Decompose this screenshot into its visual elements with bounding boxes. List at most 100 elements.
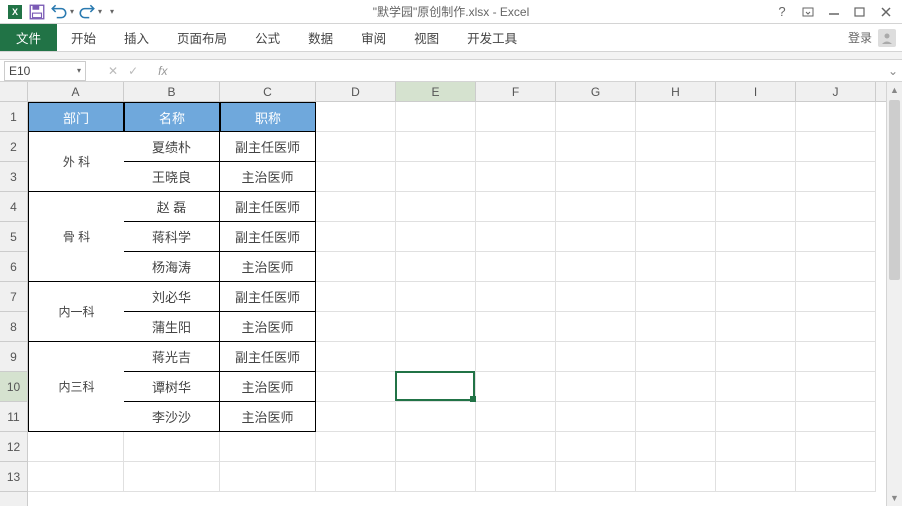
cell-I4[interactable]	[716, 192, 796, 222]
merged-cell-A4[interactable]: 骨 科	[28, 192, 124, 282]
minimize-button[interactable]	[822, 2, 846, 22]
col-header-C[interactable]: C	[220, 82, 316, 101]
cell-D3[interactable]	[316, 162, 396, 192]
cell-I9[interactable]	[716, 342, 796, 372]
fx-icon[interactable]: fx	[158, 64, 167, 78]
scroll-up-icon[interactable]: ▲	[887, 82, 902, 98]
cell-I10[interactable]	[716, 372, 796, 402]
merged-cell-A9[interactable]: 内三科	[28, 342, 124, 432]
help-button[interactable]: ?	[770, 2, 794, 22]
cell-I3[interactable]	[716, 162, 796, 192]
chevron-down-icon[interactable]: ▾	[77, 66, 81, 75]
cell-F10[interactable]	[476, 372, 556, 402]
cell-C6[interactable]: 主治医师	[220, 252, 316, 282]
cell-F4[interactable]	[476, 192, 556, 222]
cell-E4[interactable]	[396, 192, 476, 222]
cell-A13[interactable]	[28, 462, 124, 492]
cell-H9[interactable]	[636, 342, 716, 372]
undo-dropdown-icon[interactable]: ▾	[70, 7, 74, 16]
cell-I5[interactable]	[716, 222, 796, 252]
row-header-2[interactable]: 2	[0, 132, 27, 162]
cell-F11[interactable]	[476, 402, 556, 432]
cell-H5[interactable]	[636, 222, 716, 252]
cell-H1[interactable]	[636, 102, 716, 132]
cell-D11[interactable]	[316, 402, 396, 432]
cell-I12[interactable]	[716, 432, 796, 462]
cell-I1[interactable]	[716, 102, 796, 132]
scroll-down-icon[interactable]: ▼	[887, 490, 902, 506]
cell-E2[interactable]	[396, 132, 476, 162]
cell-D4[interactable]	[316, 192, 396, 222]
tab-formulas[interactable]: 公式	[241, 24, 294, 51]
cell-E10[interactable]	[396, 372, 476, 402]
grid[interactable]: ABCDEFGHIJ 部门名称职称夏绩朴副主任医师王晓良主治医师赵 磊副主任医师…	[28, 82, 886, 506]
cell-C7[interactable]: 副主任医师	[220, 282, 316, 312]
cell-C5[interactable]: 副主任医师	[220, 222, 316, 252]
cell-G5[interactable]	[556, 222, 636, 252]
cell-F8[interactable]	[476, 312, 556, 342]
name-box[interactable]: E10 ▾	[4, 61, 86, 81]
cell-G7[interactable]	[556, 282, 636, 312]
col-header-F[interactable]: F	[476, 82, 556, 101]
cell-E3[interactable]	[396, 162, 476, 192]
tab-home[interactable]: 开始	[57, 24, 110, 51]
cell-G12[interactable]	[556, 432, 636, 462]
row-header-1[interactable]: 1	[0, 102, 27, 132]
avatar-icon[interactable]	[878, 29, 896, 47]
cell-E11[interactable]	[396, 402, 476, 432]
cell-D13[interactable]	[316, 462, 396, 492]
cell-B10[interactable]: 谭树华	[124, 372, 220, 402]
maximize-button[interactable]	[848, 2, 872, 22]
col-header-E[interactable]: E	[396, 82, 476, 101]
cell-B5[interactable]: 蒋科学	[124, 222, 220, 252]
cell-H12[interactable]	[636, 432, 716, 462]
cell-H7[interactable]	[636, 282, 716, 312]
formula-expand-icon[interactable]: ⌄	[884, 64, 902, 78]
col-header-H[interactable]: H	[636, 82, 716, 101]
row-header-3[interactable]: 3	[0, 162, 27, 192]
cell-G10[interactable]	[556, 372, 636, 402]
cell-J12[interactable]	[796, 432, 876, 462]
row-header-11[interactable]: 11	[0, 402, 27, 432]
tab-layout[interactable]: 页面布局	[163, 24, 241, 51]
close-button[interactable]	[874, 2, 898, 22]
row-header-5[interactable]: 5	[0, 222, 27, 252]
cell-C9[interactable]: 副主任医师	[220, 342, 316, 372]
vertical-scrollbar[interactable]: ▲ ▼	[886, 82, 902, 506]
cell-D8[interactable]	[316, 312, 396, 342]
col-header-B[interactable]: B	[124, 82, 220, 101]
ribbon-options-icon[interactable]	[796, 2, 820, 22]
cell-F2[interactable]	[476, 132, 556, 162]
cell-D7[interactable]	[316, 282, 396, 312]
cell-I6[interactable]	[716, 252, 796, 282]
cell-D2[interactable]	[316, 132, 396, 162]
cell-H3[interactable]	[636, 162, 716, 192]
cell-G2[interactable]	[556, 132, 636, 162]
row-header-7[interactable]: 7	[0, 282, 27, 312]
signin-link[interactable]: 登录	[848, 29, 872, 46]
col-header-A[interactable]: A	[28, 82, 124, 101]
cell-E5[interactable]	[396, 222, 476, 252]
cell-C13[interactable]	[220, 462, 316, 492]
fx-confirm-icon[interactable]: ✓	[128, 64, 138, 78]
cell-C12[interactable]	[220, 432, 316, 462]
scroll-thumb[interactable]	[889, 100, 900, 280]
cell-G9[interactable]	[556, 342, 636, 372]
cells-area[interactable]: 部门名称职称夏绩朴副主任医师王晓良主治医师赵 磊副主任医师蒋科学副主任医师杨海涛…	[28, 102, 886, 492]
cell-G13[interactable]	[556, 462, 636, 492]
merged-cell-A2[interactable]: 外 科	[28, 132, 124, 192]
cell-E6[interactable]	[396, 252, 476, 282]
cell-J5[interactable]	[796, 222, 876, 252]
cell-D1[interactable]	[316, 102, 396, 132]
cell-B7[interactable]: 刘必华	[124, 282, 220, 312]
cell-C4[interactable]: 副主任医师	[220, 192, 316, 222]
cell-E8[interactable]	[396, 312, 476, 342]
cell-G1[interactable]	[556, 102, 636, 132]
undo-icon[interactable]	[50, 3, 68, 21]
excel-app-icon[interactable]: X	[6, 3, 24, 21]
cell-B2[interactable]: 夏绩朴	[124, 132, 220, 162]
cell-G3[interactable]	[556, 162, 636, 192]
cell-H6[interactable]	[636, 252, 716, 282]
cell-F5[interactable]	[476, 222, 556, 252]
cell-D5[interactable]	[316, 222, 396, 252]
